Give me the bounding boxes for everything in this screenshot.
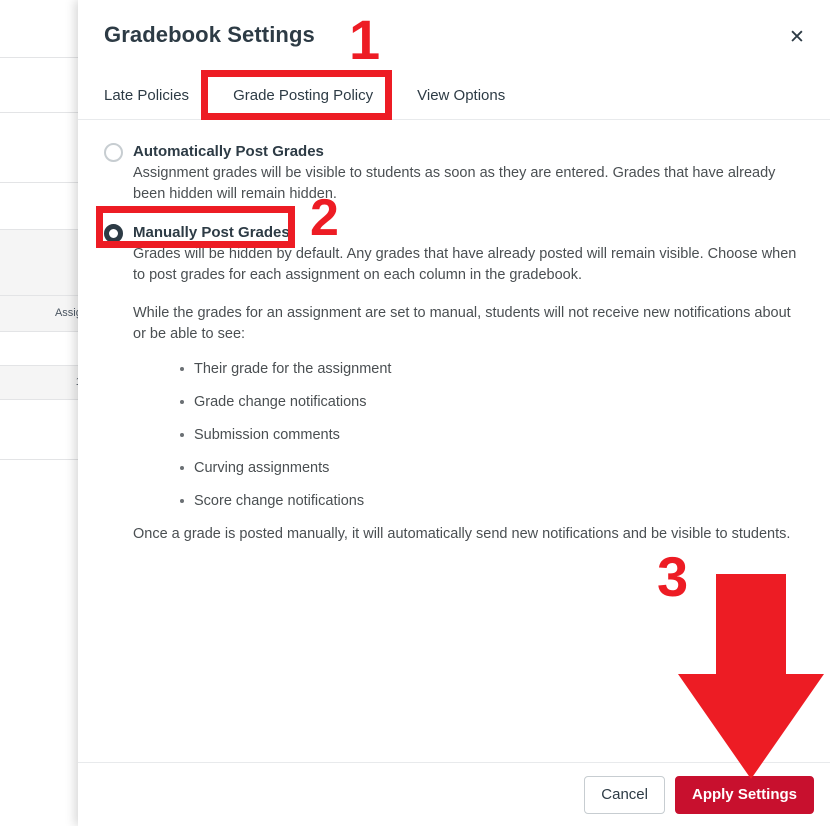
automatically-post-grades-description: Assignment grades will be visible to stu…	[133, 165, 776, 202]
modal-body: Automatically Post Grades Assignment gra…	[78, 120, 830, 810]
list-item: Curving assignments	[180, 458, 804, 478]
automatically-post-grades-label: Automatically Post Grades	[133, 143, 324, 160]
restriction-intro-text: While the grades for an assignment are s…	[133, 305, 791, 342]
modal-header: Gradebook Settings ✕	[78, 0, 830, 72]
tab-grade-posting-policy[interactable]: Grade Posting Policy	[211, 72, 395, 119]
gradebook-settings-modal: Gradebook Settings ✕ Late Policies Grade…	[78, 0, 830, 826]
close-icon[interactable]: ✕	[780, 20, 814, 54]
restriction-list: Their grade for the assignment Grade cha…	[180, 359, 804, 511]
automatically-post-grades-radio[interactable]	[104, 143, 123, 162]
list-item: Grade change notifications	[180, 392, 804, 412]
cancel-button[interactable]: Cancel	[584, 775, 665, 814]
manually-post-grades-description: Grades will be hidden by default. Any gr…	[133, 246, 797, 283]
list-item: Their grade for the assignment	[180, 359, 804, 379]
list-item: Score change notifications	[180, 491, 804, 511]
automatically-post-grades-option[interactable]: Automatically Post Grades Assignment gra…	[104, 142, 804, 205]
page-title: Gradebook Settings	[104, 22, 315, 47]
manually-post-grades-radio[interactable]	[104, 224, 123, 243]
tab-list: Late Policies Grade Posting Policy View …	[78, 72, 830, 120]
closing-note-text: Once a grade is posted manually, it will…	[133, 526, 791, 542]
modal-footer: Cancel Apply Settings	[78, 762, 830, 826]
tab-late-policies[interactable]: Late Policies	[104, 72, 211, 119]
apply-settings-button[interactable]: Apply Settings	[674, 775, 814, 814]
list-item: Submission comments	[180, 425, 804, 445]
manually-post-grades-option[interactable]: Manually Post Grades Grades will be hidd…	[104, 223, 804, 286]
tab-view-options[interactable]: View Options	[395, 72, 527, 119]
manually-post-grades-label: Manually Post Grades	[133, 224, 290, 241]
